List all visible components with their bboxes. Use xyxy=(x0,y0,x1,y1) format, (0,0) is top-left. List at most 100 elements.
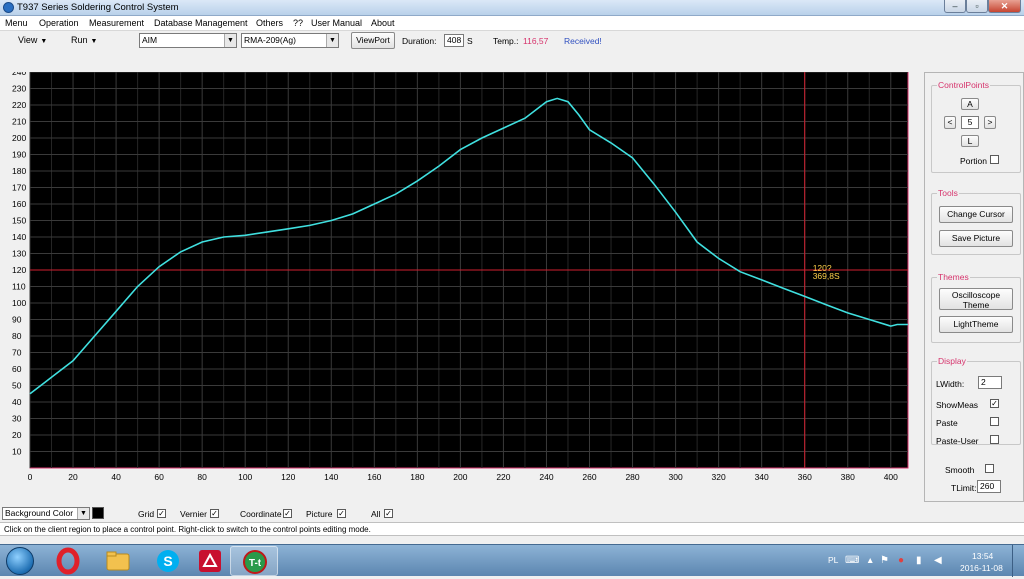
run-label: Run xyxy=(71,35,88,45)
duration-unit: S xyxy=(467,36,473,46)
lwidth-input[interactable]: 2 xyxy=(978,376,1002,389)
pdf-reader-task-icon[interactable] xyxy=(186,546,234,576)
close-button[interactable]: ✕ xyxy=(988,0,1021,13)
antivirus-icon[interactable]: ● xyxy=(898,555,904,566)
y-tick-label: 60 xyxy=(12,364,22,374)
language-indicator[interactable]: PL xyxy=(828,555,838,565)
volume-icon[interactable]: ◀ xyxy=(934,555,942,566)
menu-database-management[interactable]: Database Management xyxy=(154,18,248,28)
show-desktop-button[interactable] xyxy=(1012,545,1024,577)
display-group: Display LWidth: 2 ShowMeas ✓ Paste Paste… xyxy=(931,356,1021,446)
keyboard-icon[interactable]: ⌨ xyxy=(845,555,859,566)
y-tick-label: 10 xyxy=(12,447,22,457)
x-tick-label: 180 xyxy=(410,472,424,482)
y-tick-label: 150 xyxy=(12,216,26,226)
profile-select[interactable]: RMA-209(Ag) ▼ xyxy=(241,33,339,48)
portion-label: Portion xyxy=(960,156,987,166)
y-tick-label: 50 xyxy=(12,381,22,391)
change-cursor-button[interactable]: Change Cursor xyxy=(939,206,1013,223)
opera-task-icon[interactable] xyxy=(44,546,92,576)
x-tick-label: 360 xyxy=(798,472,812,482)
showmeas-checkbox[interactable]: ✓ xyxy=(990,399,999,408)
tray-expand-icon[interactable]: ▲ xyxy=(866,555,874,565)
paste-user-checkbox[interactable] xyxy=(990,435,999,444)
x-tick-label: 200 xyxy=(453,472,467,482)
grid-checkbox[interactable]: ✓ xyxy=(157,509,166,518)
y-tick-label: 160 xyxy=(12,199,26,209)
tools-group: Tools Change Cursor Save Picture xyxy=(931,188,1021,255)
chart-area[interactable]: 10 20 30 40 50 60 70 80 90 100 110 120 130 140 150 160 1… xyxy=(0,67,920,492)
tlimit-label: TLimit: xyxy=(951,483,977,493)
background-color-label: Background Color xyxy=(5,508,74,518)
menu-measurement[interactable]: Measurement xyxy=(89,18,144,28)
start-button[interactable] xyxy=(6,547,34,575)
x-tick-label: 400 xyxy=(884,472,898,482)
coordinate-checkbox[interactable]: ✓ xyxy=(283,509,292,518)
clock-date[interactable]: 2016-11-08 xyxy=(960,563,1003,573)
svg-text:S: S xyxy=(163,553,172,569)
soldering-app-task-icon[interactable]: T-t xyxy=(230,546,278,576)
mode-select[interactable]: AIM ▼ xyxy=(139,33,237,48)
menu-others[interactable]: Others xyxy=(256,18,283,28)
smooth-checkbox[interactable] xyxy=(985,464,994,473)
menu-user-manual[interactable]: User Manual xyxy=(311,18,362,28)
portion-checkbox[interactable] xyxy=(990,155,999,164)
duration-input[interactable]: 408 xyxy=(444,34,464,47)
y-tick-label: 70 xyxy=(12,348,22,358)
background-color-swatch[interactable] xyxy=(92,507,104,519)
save-picture-button[interactable]: Save Picture xyxy=(939,230,1013,247)
x-tick-label: 240 xyxy=(539,472,553,482)
app-icon xyxy=(3,2,14,13)
bottom-options-bar: Background Color ▼ Grid ✓ Vernier ✓ Coor… xyxy=(0,505,1024,522)
temperature-chart[interactable]: 10 20 30 40 50 60 70 80 90 100 110 120 130 140 150 160 1… xyxy=(0,67,920,492)
x-tick-label: 60 xyxy=(154,472,164,482)
skype-task-icon[interactable]: S xyxy=(144,546,192,576)
folder-task-icon[interactable] xyxy=(94,546,142,576)
menu-help-unknown[interactable]: ?? xyxy=(293,18,303,28)
view-dropdown[interactable]: View ▼ xyxy=(18,35,47,45)
profile-value: RMA-209(Ag) xyxy=(244,35,296,45)
maximize-button[interactable]: ▫ xyxy=(966,0,988,13)
vernier-checkbox[interactable]: ✓ xyxy=(210,509,219,518)
showmeas-label: ShowMeas xyxy=(936,400,979,410)
oscilloscope-theme-button[interactable]: Oscilloscope Theme xyxy=(939,288,1013,310)
y-tick-label: 180 xyxy=(12,166,26,176)
cp-down-button[interactable]: L xyxy=(961,135,979,147)
duration-label: Duration: xyxy=(402,36,437,46)
right-panel: ControlPoints A < 5 > L Portion Tools Ch… xyxy=(924,72,1024,502)
tools-title: Tools xyxy=(937,188,959,198)
flag-icon[interactable]: ⚑ xyxy=(880,555,889,566)
picture-checkbox[interactable]: ✓ xyxy=(337,509,346,518)
clock-time[interactable]: 13:54 xyxy=(972,551,993,561)
paste-user-label: Paste-User xyxy=(936,436,979,446)
x-tick-label: 220 xyxy=(496,472,510,482)
run-dropdown[interactable]: Run ▼ xyxy=(71,35,97,45)
menu-about[interactable]: About xyxy=(371,18,395,28)
tlimit-input[interactable]: 260 xyxy=(977,480,1001,493)
taskbar: S T-t PL ⌨ ▲ ⚑ ● ▮ ◀ 13:54 2016-11-08 xyxy=(0,544,1024,577)
y-tick-label: 230 xyxy=(12,84,26,94)
view-label: View xyxy=(18,35,38,45)
viewport-button[interactable]: ViewPort xyxy=(351,32,395,49)
cp-left-button[interactable]: < xyxy=(944,116,956,129)
cp-right-button[interactable]: > xyxy=(984,116,996,129)
menu-bar: Menu Operation Measurement Database Mana… xyxy=(0,16,1024,31)
paste-checkbox[interactable] xyxy=(990,417,999,426)
network-icon[interactable]: ▮ xyxy=(916,555,922,566)
menu-menu[interactable]: Menu xyxy=(5,18,28,28)
cp-up-button[interactable]: A xyxy=(961,98,979,110)
cp-value-field[interactable]: 5 xyxy=(961,116,979,129)
mode-value: AIM xyxy=(142,35,158,45)
themes-title: Themes xyxy=(937,272,970,282)
light-theme-button[interactable]: LightTheme xyxy=(939,316,1013,333)
menu-operation[interactable]: Operation xyxy=(39,18,79,28)
minimize-button[interactable]: – xyxy=(944,0,966,13)
svg-text:T-t: T-t xyxy=(249,558,262,569)
y-tick-label: 120 xyxy=(12,265,26,275)
y-tick-label: 140 xyxy=(12,232,26,242)
paste-label: Paste xyxy=(936,418,958,428)
all-checkbox[interactable]: ✓ xyxy=(384,509,393,518)
x-tick-label: 320 xyxy=(712,472,726,482)
background-color-select[interactable]: Background Color ▼ xyxy=(2,507,90,520)
vernier-label: Vernier xyxy=(180,509,207,519)
